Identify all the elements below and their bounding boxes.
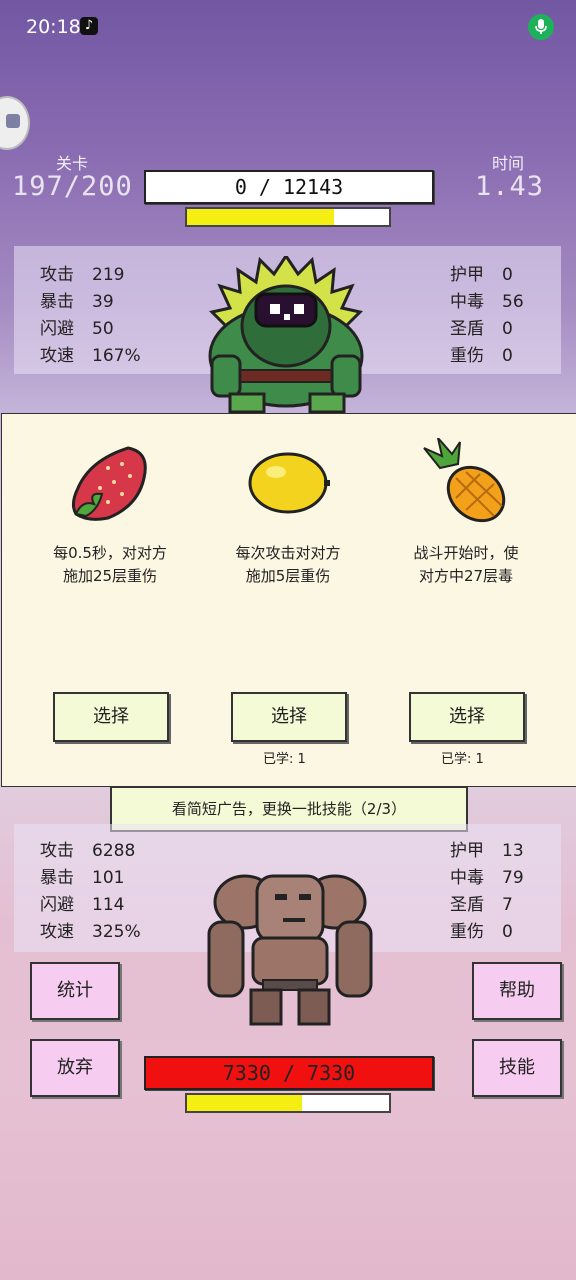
skill-1-description: 每0.5秒，对对方 施加25层重伤 xyxy=(53,544,167,585)
enemy-stat-dodge: 闪避 50 xyxy=(40,319,114,339)
enemy-monster-sprite xyxy=(208,256,364,414)
skill-2-learned: 已学: 1 xyxy=(263,752,306,767)
player-hp-display: 7330 / 7330 xyxy=(144,1056,434,1090)
enemy-stats-left: 攻击 219 暴击 39 闪避 50 攻速 167% xyxy=(40,260,141,368)
microphone-icon xyxy=(528,14,554,40)
player-stat-shield: 圣盾 7 xyxy=(450,895,513,915)
enemy-stat-attack: 攻击 219 xyxy=(40,265,125,285)
player-stat-poison: 中毒 79 xyxy=(450,868,524,888)
enemy-stat-armor: 护甲 0 xyxy=(450,265,513,285)
level-value: 197/200 xyxy=(12,171,133,202)
enemy-progress-bar xyxy=(185,207,391,227)
player-stat-attack: 攻击 6288 xyxy=(40,841,136,861)
skill-3-description: 战斗开始时，使 对方中27层毒 xyxy=(413,544,519,585)
help-button[interactable]: 帮助 xyxy=(472,962,562,1020)
skill-2-description: 每次攻击对对方 施加5层重伤 xyxy=(235,544,341,585)
strawberry-icon xyxy=(71,446,147,521)
player-stats-right: 护甲 13 中毒 79 圣盾 7 重伤 0 xyxy=(450,836,524,944)
status-bar: 20:18 ♪ xyxy=(0,0,576,56)
player-golem-sprite xyxy=(207,874,373,1026)
time-value: 1.43 xyxy=(475,171,545,202)
player-progress-fill xyxy=(187,1095,303,1111)
skills-button[interactable]: 技能 xyxy=(472,1039,562,1097)
lemon-icon xyxy=(248,452,330,514)
pineapple-icon xyxy=(423,438,506,523)
player-progress-bar xyxy=(185,1093,391,1113)
enemy-stats-right: 护甲 0 中毒 56 圣盾 0 重伤 0 xyxy=(450,260,524,368)
player-stat-attack-speed: 攻速 325% xyxy=(40,922,141,942)
select-skill-2-button[interactable]: 选择 xyxy=(231,692,347,742)
skill-3-learned: 已学: 1 xyxy=(441,752,484,767)
enemy-progress-fill xyxy=(187,209,335,225)
enemy-stat-poison: 中毒 56 xyxy=(450,292,524,312)
status-time: 20:18 xyxy=(26,16,81,38)
select-skill-3-button[interactable]: 选择 xyxy=(409,692,525,742)
enemy-stat-attack-speed: 攻速 167% xyxy=(40,346,141,366)
select-skill-1-button[interactable]: 选择 xyxy=(53,692,169,742)
enemy-stat-crit: 暴击 39 xyxy=(40,292,114,312)
player-stats-left: 攻击 6288 暴击 101 闪避 114 攻速 325% xyxy=(40,836,141,944)
floating-assistant-icon[interactable] xyxy=(0,96,30,150)
player-stat-dodge: 闪避 114 xyxy=(40,895,125,915)
stats-button[interactable]: 统计 xyxy=(30,962,120,1020)
tiktok-icon: ♪ xyxy=(80,17,98,35)
give-up-button[interactable]: 放弃 xyxy=(30,1039,120,1097)
player-stat-crit: 暴击 101 xyxy=(40,868,125,888)
enemy-stat-wound: 重伤 0 xyxy=(450,346,513,366)
player-stat-wound: 重伤 0 xyxy=(450,922,513,942)
player-stat-armor: 护甲 13 xyxy=(450,841,524,861)
enemy-hp-display: 0 / 12143 xyxy=(144,170,434,204)
enemy-stat-shield: 圣盾 0 xyxy=(450,319,513,339)
